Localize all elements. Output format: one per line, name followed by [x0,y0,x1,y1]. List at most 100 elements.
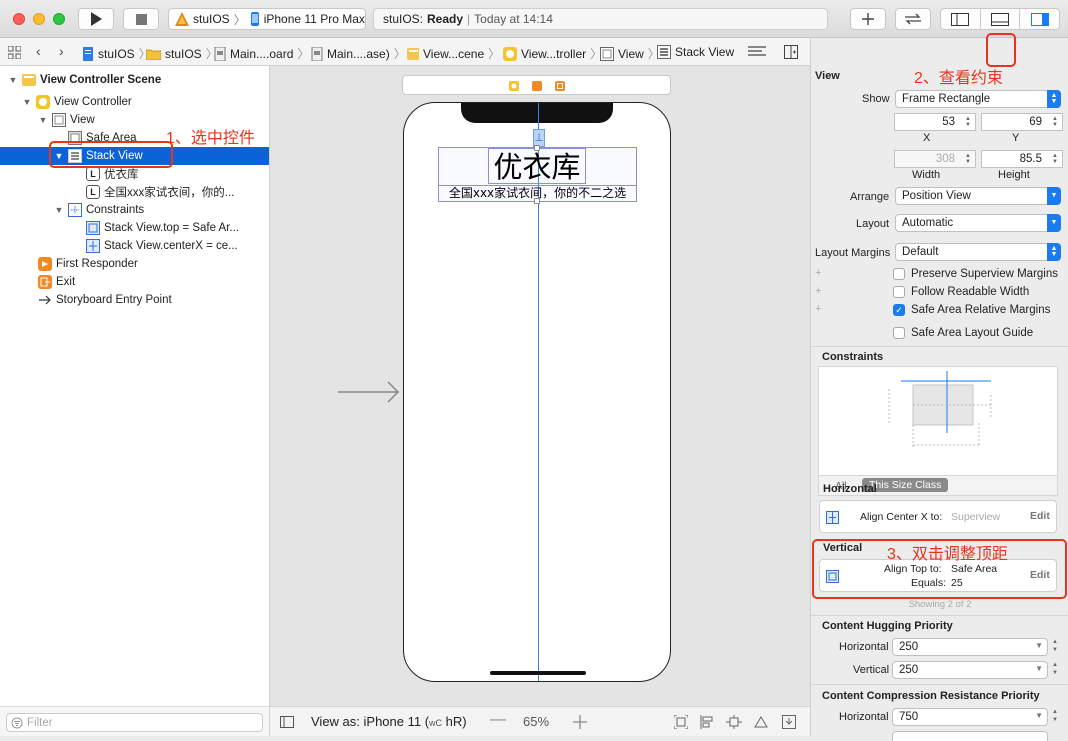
checkbox-icon[interactable] [893,327,905,339]
disclosure-triangle-icon[interactable]: ▼ [38,115,48,125]
entry-point-arrow[interactable] [338,380,402,404]
stepper-icon[interactable]: ▲ ▼ [1050,708,1060,726]
breadcrumb-stack-view[interactable]: Stack View [657,45,734,59]
outline-row-constraint-centerx[interactable]: Stack View.centerX = ce... [0,237,269,255]
readable-width-checkbox[interactable]: Follow Readable Width [893,286,1029,298]
close-window-button[interactable] [13,13,25,25]
resize-handle[interactable] [534,145,540,151]
stepper-icon[interactable]: ▲ ▼ [1050,638,1060,656]
disclosure-triangle-icon[interactable]: ▼ [54,205,64,215]
safe-area-guide-checkbox[interactable]: Safe Area Layout Guide [893,327,1033,339]
checkmark-icon[interactable]: ✓ [893,304,905,316]
stepper-icon[interactable]: ▲ ▼ [1050,153,1060,165]
code-review-button[interactable] [895,8,931,30]
run-button[interactable] [78,8,114,30]
filter-placeholder: Filter [27,716,53,729]
minimize-window-button[interactable] [33,13,45,25]
embed-in-icon[interactable] [782,715,796,729]
breadcrumb-view[interactable]: View 〉 [600,45,660,62]
outline-row-label-subtitle[interactable]: L 全国xxx家试衣间，你的... [0,183,269,201]
chevron-down-icon: ▼ [1035,711,1043,720]
zoom-out-icon[interactable]: — [490,711,506,729]
device-icon [250,12,259,26]
document-outline: ▼ View Controller Scene ▼ View Controlle… [0,66,270,736]
first-responder-icon[interactable] [532,81,542,91]
breadcrumb-view-controller[interactable]: View...troller 〉 [503,45,602,62]
breadcrumb-project[interactable]: stuIOS 〉 [82,45,151,62]
outline-label: Stack View.centerX = ce... [104,240,238,252]
zoom-level[interactable]: 65% [523,714,549,729]
outline-row-entry-point[interactable]: Storyboard Entry Point [0,291,269,309]
zoom-window-button[interactable] [53,13,65,25]
outline-row-constraint-top[interactable]: Stack View.top = Safe Ar... [0,219,269,237]
split-editor-icon[interactable] [784,45,798,59]
show-label: Show [862,93,890,105]
disclosure-triangle-icon[interactable]: ▼ [22,97,32,107]
outline-row-view-controller[interactable]: ▼ View Controller [0,93,269,111]
comp-v-combo[interactable] [892,731,1048,741]
breadcrumb-folder[interactable]: stuIOS 〉 [146,45,218,62]
safe-area-margins-checkbox[interactable]: ✓ Safe Area Relative Margins [893,304,1050,316]
back-chevron-icon[interactable]: ‹ [36,43,41,59]
checkbox-icon[interactable] [893,286,905,298]
toggle-navigator-button[interactable] [941,9,981,29]
stepper-icon[interactable]: ▲ ▼ [963,116,973,128]
width-field[interactable]: 308 ▲ ▼ [894,150,976,168]
view-as-button[interactable]: View as: iPhone 11 (wC hR) [311,714,467,729]
add-constraints-icon[interactable] [726,715,742,729]
disclosure-triangle-icon[interactable]: ▼ [8,75,18,85]
zoom-in-icon[interactable] [573,715,587,729]
stepper-icon[interactable]: ▲ ▼ [963,153,973,165]
size-inspector: 2、查看约束 View Show Frame Rectangle ▲ ▼ 53 ▲ ▼ … [810,33,1068,741]
hug-h-combo[interactable]: 250 ▼ [892,638,1048,656]
exit-icon[interactable] [555,81,565,91]
title-label[interactable]: 优衣库 [488,148,586,184]
preserve-margins-checkbox[interactable]: Preserve Superview Margins [893,268,1058,280]
arrange-popup[interactable]: Position View ▼ [895,187,1061,205]
filter-bar: Filter [0,706,269,736]
breadcrumb-storyboard-base[interactable]: Main....ase) 〉 [311,45,406,62]
checkbox-label: Preserve Superview Margins [911,268,1059,280]
resolve-issues-icon[interactable] [753,715,769,729]
outline-row-first-responder[interactable]: First Responder [0,255,269,273]
layout-popup[interactable]: Automatic ▼ [895,214,1061,232]
align-icon[interactable] [700,715,714,729]
toggle-debug-area-button[interactable] [981,9,1021,29]
view-controller-icon[interactable] [509,81,519,91]
comp-h-combo[interactable]: 750 ▼ [892,708,1048,726]
outline-row-scene[interactable]: ▼ View Controller Scene [0,71,269,89]
plus-icon[interactable]: + [815,285,821,297]
stepper-icon[interactable]: ▲ ▼ [1050,116,1060,128]
scheme-selector[interactable]: stuIOS 〉 iPhone 11 Pro Max [168,8,366,30]
outline-row-exit[interactable]: Exit [0,273,269,291]
library-button[interactable] [850,8,886,30]
stop-button[interactable] [123,8,159,30]
breadcrumb-storyboard[interactable]: Main....oard 〉 [214,45,309,62]
edit-button[interactable]: Edit [1030,510,1050,522]
storyboard-canvas[interactable]: ⊥ 优衣库 全国xxx家试衣间，你的不二之选 View as: iPhone 1… [270,66,810,736]
horizontal-constraint-card[interactable]: Align Center X to: Superview Edit [819,500,1057,533]
update-frames-icon[interactable] [674,715,688,729]
breadcrumb-scene[interactable]: View...cene 〉 [407,45,500,62]
stepper-icon[interactable]: ▲ ▼ [1050,661,1060,679]
plus-icon[interactable]: + [815,303,821,315]
show-popup[interactable]: Frame Rectangle ▲ ▼ [895,90,1061,108]
checkbox-icon[interactable] [893,268,905,280]
toggle-inspector-button[interactable] [1020,9,1059,29]
x-field[interactable]: 53 ▲ ▼ [894,113,976,131]
forward-chevron-icon[interactable]: › [59,43,64,59]
related-items-icon[interactable] [8,46,21,59]
layout-margins-popup[interactable]: Default ▲ ▼ [895,243,1061,261]
resize-handle[interactable] [534,198,540,204]
filter-field[interactable]: Filter [6,713,263,732]
size-class-w: wC [429,718,443,728]
y-field[interactable]: 69 ▲ ▼ [981,113,1063,131]
height-field[interactable]: 85.5 ▲ ▼ [981,150,1063,168]
device-name: iPhone 11 Pro Max [263,12,365,26]
document-outline-icon[interactable] [748,46,766,58]
hug-v-combo[interactable]: 250 ▼ [892,661,1048,679]
outline-row-constraints[interactable]: ▼ Constraints [0,201,269,219]
chevron-down-icon: ▼ [1035,641,1043,650]
toggle-outline-icon[interactable] [280,716,294,728]
plus-icon[interactable]: + [815,267,821,279]
